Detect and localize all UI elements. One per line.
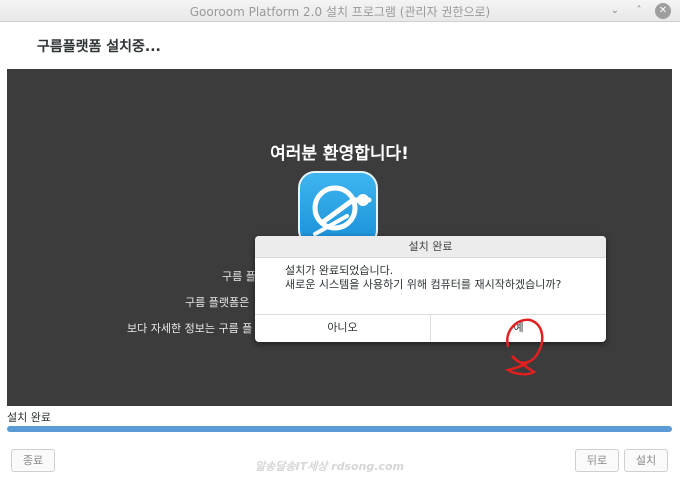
quit-button[interactable]: 종료: [11, 449, 55, 472]
watermark-text: 알송달송IT세상 rdsong.com: [255, 460, 404, 473]
install-button[interactable]: 설치: [624, 449, 668, 472]
no-button[interactable]: 아니오: [255, 315, 430, 342]
welcome-heading: 여러분 환영합니다!: [270, 144, 409, 164]
maximize-icon[interactable]: ˄: [631, 3, 647, 19]
progress-status: 설치 완료: [7, 411, 51, 424]
dialog-message-line: 설치가 완료되었습니다.: [285, 264, 394, 277]
dialog-message-line: 새로운 시스템을 사용하기 위해 컴퓨터를 재시작하겠습니까?: [285, 278, 562, 291]
progress-bar: [7, 426, 672, 432]
progress-bar-fill: [7, 426, 672, 432]
yes-button[interactable]: 예: [430, 315, 606, 342]
slide-text-line: 보다 자세한 정보는 구름 플: [127, 322, 253, 335]
dialog-title: 설치 완료: [255, 236, 606, 258]
window-titlebar: Gooroom Platform 2.0 설치 프로그램 (관리자 권한으로) …: [0, 0, 680, 22]
slide-text-line: 구름 플랫폼은: [185, 296, 250, 309]
page-title: 구름플랫폼 설치중...: [37, 39, 161, 55]
slide-text-line: 구름 플: [222, 270, 256, 283]
dialog-button-row: 아니오 예: [255, 314, 606, 342]
dialog-message: 설치가 완료되었습니다. 새로운 시스템을 사용하기 위해 컴퓨터를 재시작하겠…: [285, 264, 561, 292]
back-button[interactable]: 뒤로: [575, 449, 619, 472]
minimize-icon[interactable]: ⌄: [607, 3, 623, 19]
close-icon[interactable]: ✕: [655, 3, 671, 19]
install-complete-dialog: 설치 완료 설치가 완료되었습니다. 새로운 시스템을 사용하기 위해 컴퓨터를…: [255, 236, 606, 342]
window-title: Gooroom Platform 2.0 설치 프로그램 (관리자 권한으로): [189, 5, 491, 19]
